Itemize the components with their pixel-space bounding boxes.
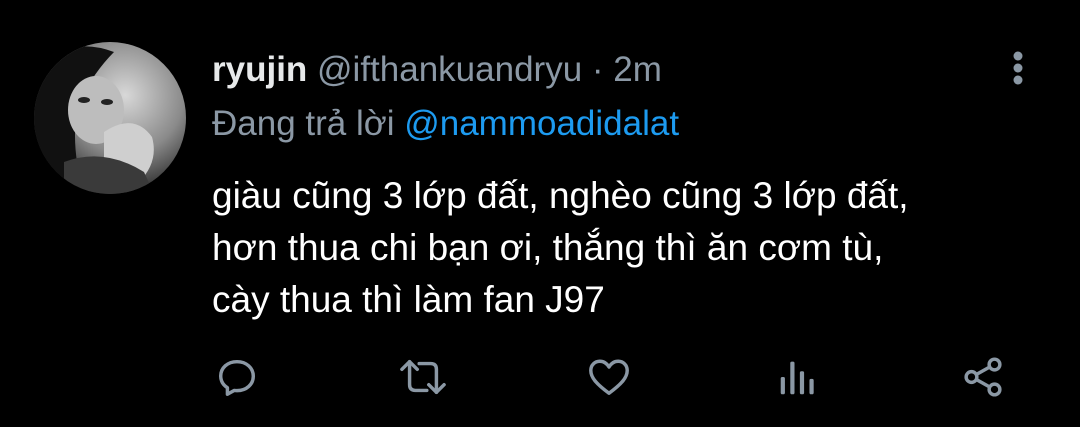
tweet-text-line: giàu cũng 3 lớp đất, nghèo cũng 3 lớp đấ…	[212, 175, 909, 216]
reply-icon	[218, 359, 256, 396]
tweet[interactable]: ryujin @ifthankuandryu · 2m Đang trả lời…	[0, 0, 1080, 427]
retweet-icon	[400, 359, 446, 395]
reply-prefix: Đang trả lời	[212, 104, 395, 143]
reply-mention-link[interactable]: @nammoadidalat	[404, 104, 679, 143]
reply-context: Đang trả lời @nammoadidalat	[212, 102, 679, 146]
reply-button[interactable]	[212, 352, 262, 402]
like-icon	[589, 359, 629, 396]
avatar[interactable]	[34, 42, 186, 194]
like-button[interactable]	[584, 352, 634, 402]
tweet-text-line: hơn thua chi bạn ơi, thắng thì ăn cơm tù…	[212, 227, 884, 268]
tweet-header: ryujin @ifthankuandryu · 2m	[212, 48, 662, 92]
retweet-button[interactable]	[398, 352, 448, 402]
display-name[interactable]: ryujin	[212, 50, 307, 89]
analytics-button[interactable]	[772, 352, 822, 402]
analytics-icon	[780, 361, 814, 395]
tweet-text-line: cày thua thì làm fan J97	[212, 279, 605, 320]
separator-dot: ·	[591, 50, 604, 89]
timestamp[interactable]: 2m	[613, 50, 662, 89]
user-handle[interactable]: @ifthankuandryu	[317, 50, 582, 89]
tweet-text: giàu cũng 3 lớp đất, nghèo cũng 3 lớp đấ…	[212, 170, 1052, 326]
share-button[interactable]	[958, 352, 1008, 402]
more-options-icon[interactable]	[1002, 48, 1034, 88]
share-icon	[964, 357, 1002, 397]
